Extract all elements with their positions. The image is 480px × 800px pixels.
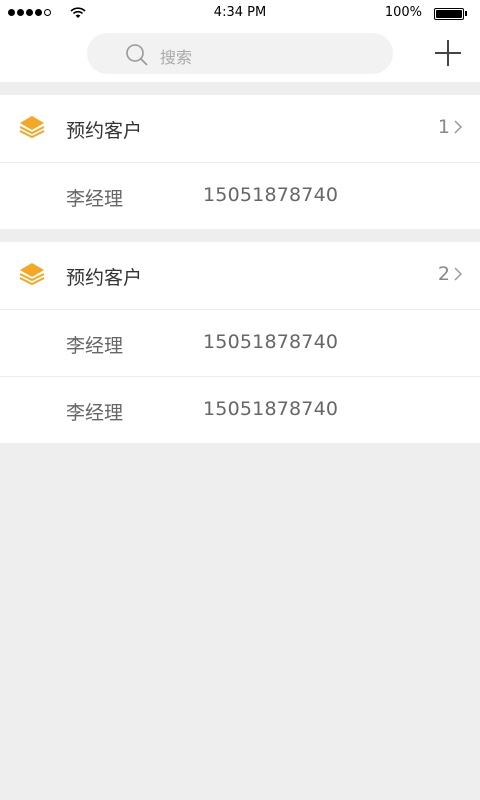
contact-name: 李经理 <box>66 335 124 357</box>
group-count: 1 <box>437 116 450 138</box>
contact-phone: 15051878740 <box>203 398 339 420</box>
contact-phone: 15051878740 <box>203 331 339 353</box>
group-title: 预约客户 <box>66 120 143 142</box>
group-count: 2 <box>437 263 450 285</box>
group-card: 预约客户 1 李经理 15051878740 <box>0 95 480 229</box>
contact-row[interactable]: 李经理 15051878740 <box>0 162 480 229</box>
group-card: 预约客户 2 李经理 15051878740 李经理 15051878740 <box>0 242 480 443</box>
contact-name: 李经理 <box>66 188 124 210</box>
layers-icon <box>19 116 45 139</box>
chevron-right-icon <box>454 267 462 281</box>
battery-icon <box>434 8 464 20</box>
group-title: 预约客户 <box>66 267 143 289</box>
group-header-row[interactable]: 预约客户 2 <box>0 242 480 309</box>
contact-phone: 15051878740 <box>203 184 339 206</box>
search-input[interactable]: 搜索 <box>87 33 393 74</box>
chevron-right-icon <box>454 120 462 134</box>
contact-name: 李经理 <box>66 402 124 424</box>
status-bar: 4:34 PM 100% <box>0 0 480 26</box>
add-button[interactable] <box>435 40 461 66</box>
search-icon <box>126 44 148 66</box>
header-bar: 搜索 <box>0 26 480 82</box>
layers-icon <box>19 263 45 286</box>
contact-row[interactable]: 李经理 15051878740 <box>0 376 480 443</box>
search-placeholder: 搜索 <box>160 48 193 67</box>
contact-row[interactable]: 李经理 15051878740 <box>0 309 480 376</box>
battery-percentage: 100% <box>384 5 422 20</box>
group-header-row[interactable]: 预约客户 1 <box>0 95 480 162</box>
